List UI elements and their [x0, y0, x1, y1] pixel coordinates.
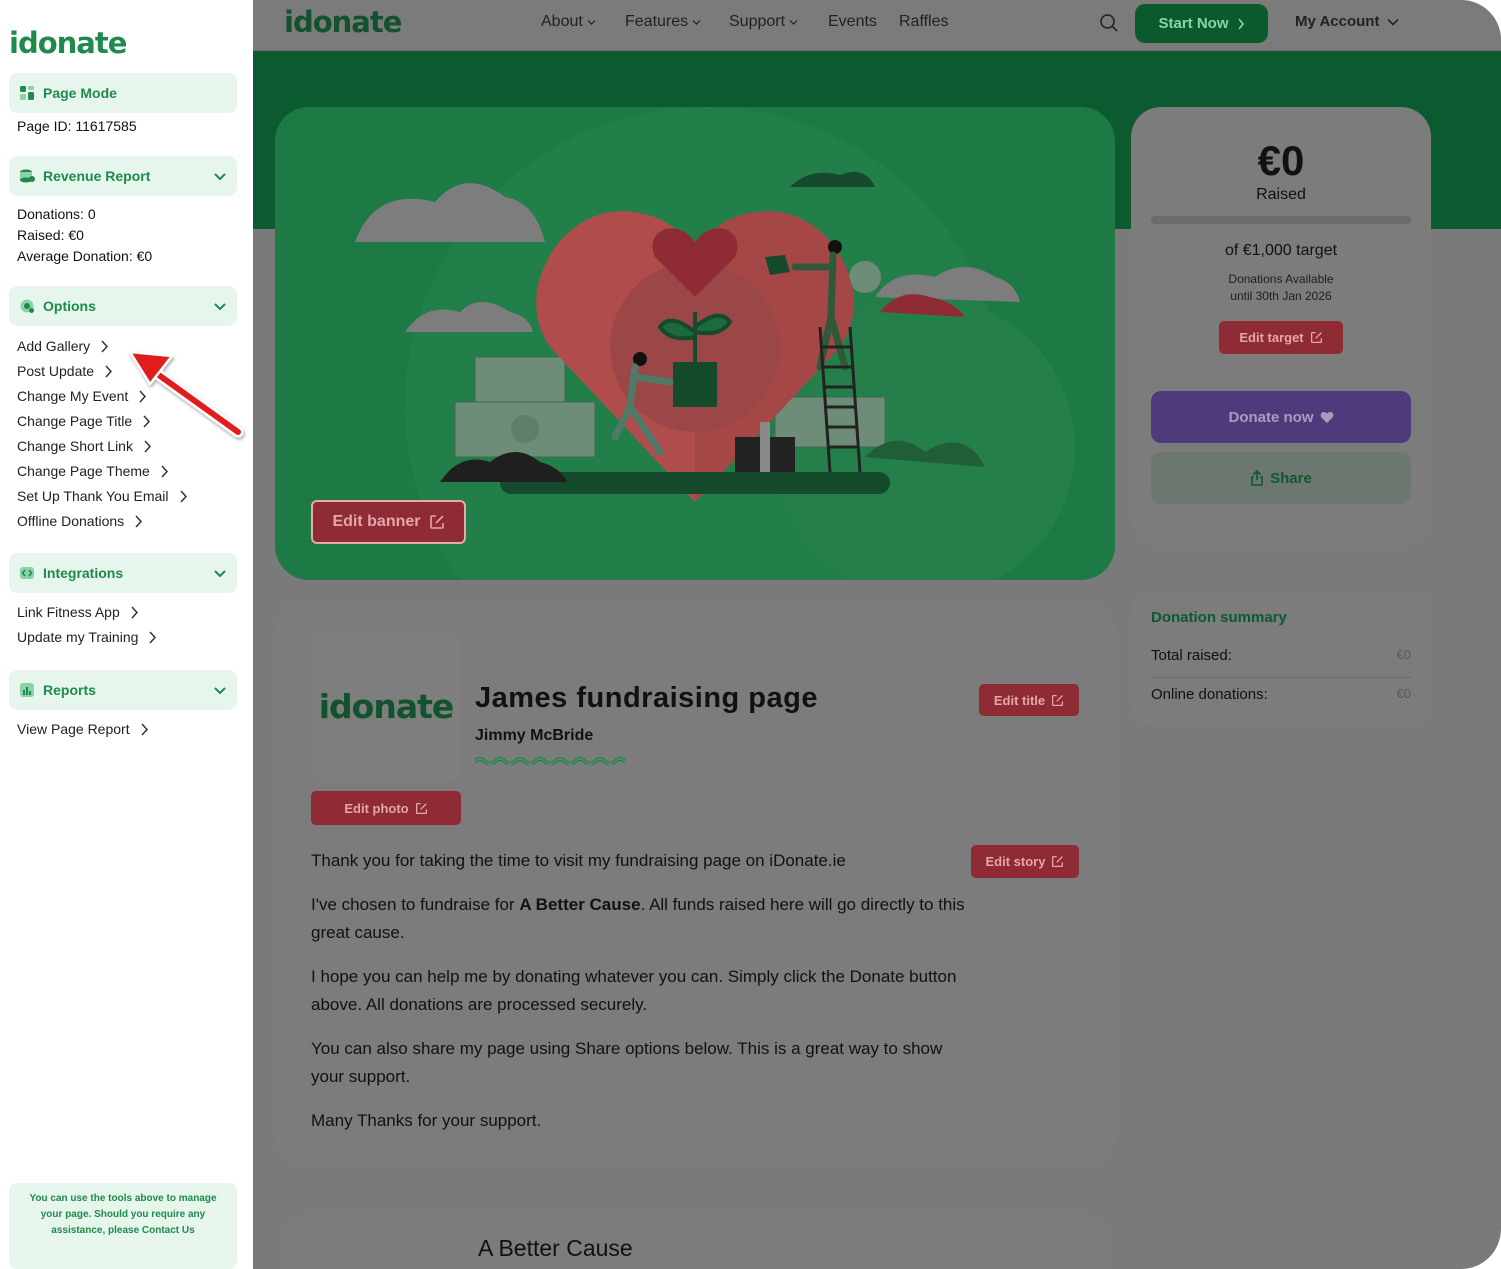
- photo-logo: idonate: [318, 686, 455, 726]
- charity-card: A Better Cause: [281, 1213, 1111, 1269]
- options-label: Options: [43, 298, 96, 314]
- fundraising-progress-card: €0 Raised of €1,000 target Donations Ava…: [1131, 107, 1431, 547]
- option-thank-you-email[interactable]: Set Up Thank You Email: [17, 488, 188, 504]
- squiggle-underline-icon: [475, 756, 626, 765]
- nav-events[interactable]: Events: [828, 13, 877, 31]
- story-paragraph: I hope you can help me by donating whate…: [311, 967, 957, 1014]
- edit-target-button[interactable]: Edit target: [1219, 321, 1343, 354]
- edit-photo-button[interactable]: Edit photo: [311, 791, 461, 825]
- story-paragraph: You can also share my page using Share o…: [311, 1039, 943, 1086]
- reports-header[interactable]: Reports: [9, 670, 237, 710]
- raised-label: Raised: [1256, 186, 1306, 203]
- nav-support[interactable]: Support: [729, 13, 798, 31]
- edit-story-button[interactable]: Edit story: [971, 845, 1079, 878]
- story-paragraph: Many Thanks for your support.: [311, 1111, 542, 1130]
- chevron-right-icon: [179, 489, 187, 503]
- top-navigation: idonate About Features Support Events Ra…: [253, 0, 1501, 51]
- donations-available: Donations Available until 30th Jan 2026: [1228, 272, 1334, 303]
- chevron-right-icon: [1237, 18, 1244, 29]
- chevron-down-icon: [692, 19, 701, 25]
- edit-icon: [1310, 331, 1322, 344]
- story-paragraph-cause: I've chosen to fundraise for A Better Ca…: [311, 895, 965, 942]
- chevron-down-icon[interactable]: [213, 169, 227, 183]
- page-content-card: idonate Edit photo James fundraising pag…: [275, 598, 1115, 1168]
- page-id-text: Page ID: 11617585: [17, 118, 137, 134]
- revenue-report-header[interactable]: Revenue Report: [9, 156, 237, 196]
- chevron-right-icon: [149, 630, 157, 644]
- share-button[interactable]: Share: [1151, 452, 1411, 504]
- sidebar-logo[interactable]: idonate: [9, 26, 127, 60]
- banner-image: Edit banner: [275, 107, 1115, 580]
- chevron-down-icon[interactable]: [213, 566, 227, 580]
- edit-title-button[interactable]: Edit title: [979, 684, 1079, 716]
- integration-update-training[interactable]: Update my Training: [17, 629, 157, 645]
- admin-sidebar: idonate Page Mode Page ID: 11617585 Reve…: [0, 0, 253, 1269]
- option-add-gallery[interactable]: Add Gallery: [17, 338, 109, 354]
- chevron-right-icon: [161, 464, 168, 478]
- edit-icon: [415, 802, 427, 814]
- nav-features[interactable]: Features: [625, 13, 701, 31]
- story-text: Thank you for taking the time to visit m…: [311, 847, 971, 1151]
- reports-label: Reports: [43, 682, 96, 698]
- bar-chart-icon: [19, 682, 35, 698]
- revenue-average: Average Donation: €0: [17, 248, 153, 264]
- chevron-down-icon: [1387, 18, 1400, 26]
- chevron-right-icon: [131, 605, 138, 619]
- gear-icon: [19, 298, 35, 314]
- summary-online-row: Online donations: €0: [1151, 686, 1411, 703]
- share-icon: [1251, 470, 1263, 486]
- page-mode-header[interactable]: Page Mode: [9, 73, 237, 113]
- my-account-menu[interactable]: My Account: [1295, 13, 1400, 30]
- profile-photo: idonate: [311, 631, 461, 781]
- code-icon: [19, 565, 35, 581]
- summary-title: Donation summary: [1151, 609, 1287, 626]
- story-paragraph: Thank you for taking the time to visit m…: [311, 851, 846, 870]
- revenue-report-label: Revenue Report: [43, 168, 151, 184]
- revenue-raised: Raised: €0: [17, 227, 84, 243]
- edit-icon: [1052, 694, 1064, 706]
- page-owner: Jimmy McBride: [475, 727, 594, 744]
- coins-icon: [19, 168, 35, 184]
- edit-banner-button[interactable]: Edit banner: [311, 500, 466, 544]
- charity-title: A Better Cause: [478, 1235, 633, 1261]
- grid-icon: [19, 85, 35, 101]
- nav-about[interactable]: About: [541, 13, 596, 31]
- start-now-button[interactable]: Start Now: [1135, 4, 1268, 43]
- page-title: James fundraising page: [475, 682, 818, 714]
- page-preview: idonate About Features Support Events Ra…: [253, 0, 1501, 1269]
- nav-raffles[interactable]: Raffles: [899, 13, 949, 31]
- integrations-label: Integrations: [43, 565, 124, 581]
- option-post-update[interactable]: Post Update: [17, 363, 113, 379]
- edit-icon: [429, 515, 444, 529]
- chevron-down-icon: [587, 19, 596, 25]
- raised-amount: €0: [1257, 137, 1305, 184]
- revenue-donations: Donations: 0: [17, 206, 96, 222]
- chevron-right-icon: [141, 722, 148, 736]
- annotation-arrow-icon: [128, 350, 244, 438]
- donate-now-button[interactable]: Donate now: [1151, 391, 1411, 443]
- progress-bar: [1151, 216, 1411, 224]
- help-note: You can use the tools above to manage yo…: [9, 1183, 237, 1269]
- chevron-right-icon: [105, 364, 113, 378]
- chevron-down-icon: [789, 19, 798, 25]
- chevron-down-icon[interactable]: [213, 683, 227, 697]
- search-icon[interactable]: [1099, 13, 1119, 33]
- integrations-header[interactable]: Integrations: [9, 553, 237, 593]
- edit-icon: [1052, 855, 1064, 868]
- report-view-page-report[interactable]: View Page Report: [17, 721, 149, 737]
- heart-icon: [1320, 411, 1333, 423]
- nav-logo[interactable]: idonate: [284, 5, 402, 39]
- chevron-down-icon[interactable]: [213, 299, 227, 313]
- chevron-right-icon: [135, 514, 143, 528]
- summary-divider: [1151, 677, 1411, 678]
- integration-link-fitness-app[interactable]: Link Fitness App: [17, 604, 139, 620]
- target-text: of €1,000 target: [1224, 242, 1338, 259]
- donation-summary-card: Donation summary Total raised: €0 Online…: [1131, 590, 1431, 725]
- options-header[interactable]: Options: [9, 286, 237, 326]
- option-change-page-theme[interactable]: Change Page Theme: [17, 463, 169, 479]
- summary-total-row: Total raised: €0: [1151, 647, 1411, 664]
- option-offline-donations[interactable]: Offline Donations: [17, 513, 143, 529]
- page-mode-label: Page Mode: [43, 85, 117, 101]
- chevron-right-icon: [101, 339, 109, 353]
